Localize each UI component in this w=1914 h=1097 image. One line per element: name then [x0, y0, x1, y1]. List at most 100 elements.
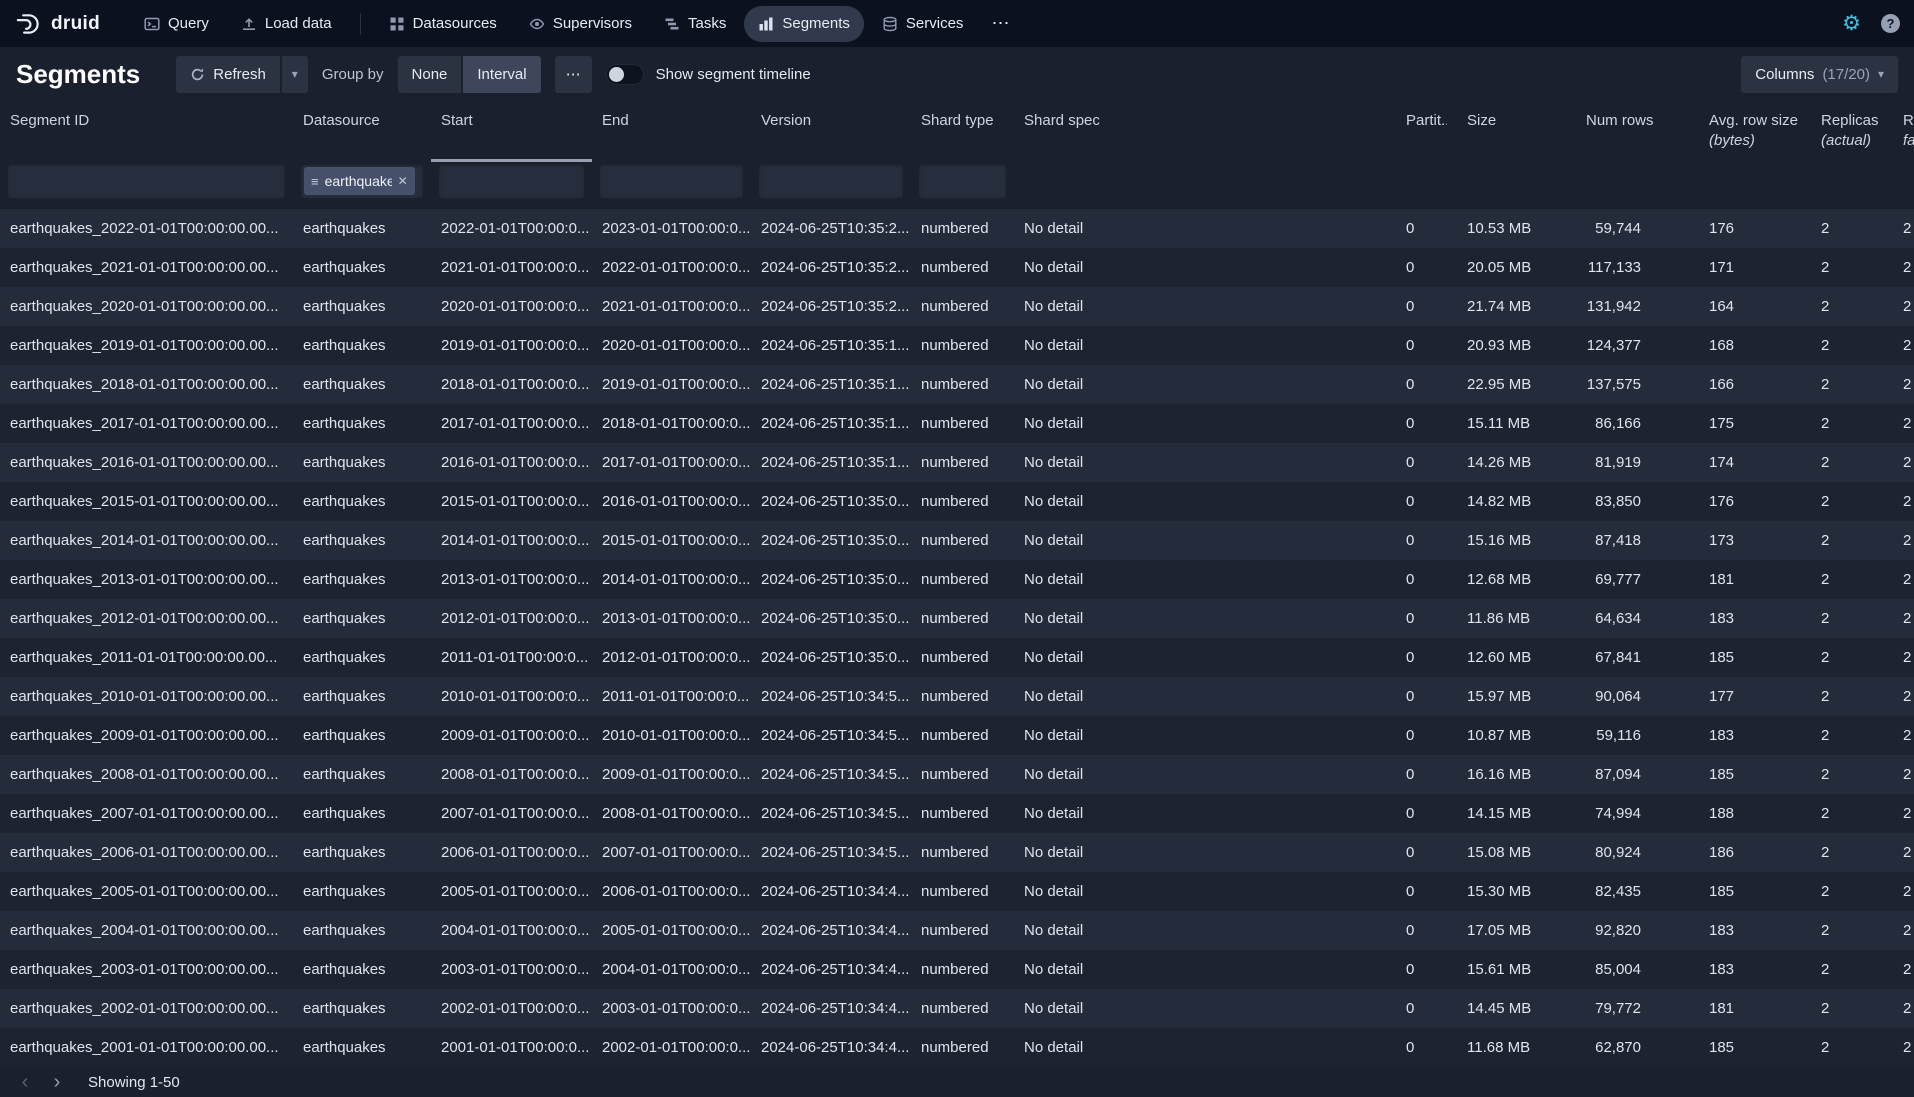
- cell-datasource: earthquakes: [293, 560, 431, 599]
- cell-end: 2013-01-01T00:00:0...: [592, 599, 751, 638]
- cell-avg_row_size: 166: [1699, 365, 1811, 404]
- table-row[interactable]: earthquakes_2012-01-01T00:00:00.00...ear…: [0, 599, 1914, 638]
- filter-input-end[interactable]: [600, 164, 743, 198]
- group-by-none-button[interactable]: None: [398, 56, 462, 93]
- help-icon[interactable]: ?: [1881, 14, 1900, 33]
- column-header-start[interactable]: Start: [431, 101, 592, 162]
- filter-input-version[interactable]: [759, 164, 903, 198]
- refresh-interval-caret-button[interactable]: ▾: [282, 56, 308, 93]
- table-row[interactable]: earthquakes_2005-01-01T00:00:00.00...ear…: [0, 872, 1914, 911]
- group-by-interval-button[interactable]: Interval: [463, 56, 540, 93]
- cell-replication_factor: 2: [1893, 287, 1914, 326]
- column-header-shard_type[interactable]: Shard type: [911, 101, 1014, 162]
- cell-shard_type: numbered: [911, 989, 1014, 1028]
- cell-start: 2021-01-01T00:00:0...: [431, 248, 592, 287]
- navbar-right-actions: ⚙ ?: [1842, 13, 1900, 34]
- table-row[interactable]: earthquakes_2016-01-01T00:00:00.00...ear…: [0, 443, 1914, 482]
- column-header-id[interactable]: Segment ID: [0, 101, 293, 162]
- table-row[interactable]: earthquakes_2015-01-01T00:00:00.00...ear…: [0, 482, 1914, 521]
- column-header-replication_factor[interactable]: Replicationfactor: [1893, 101, 1914, 162]
- filter-input-id[interactable]: [8, 164, 285, 198]
- nav-item-services[interactable]: Services: [868, 6, 978, 42]
- more-actions-button[interactable]: ⋯: [555, 56, 592, 93]
- table-row[interactable]: earthquakes_2019-01-01T00:00:00.00...ear…: [0, 326, 1914, 365]
- cell-shard_type: numbered: [911, 950, 1014, 989]
- column-header-size[interactable]: Size: [1457, 101, 1576, 162]
- segment-timeline-toggle[interactable]: [606, 64, 644, 85]
- segment-timeline-toggle-label: Show segment timeline: [656, 66, 811, 83]
- columns-button[interactable]: Columns (17/20) ▾: [1741, 56, 1898, 93]
- cell-replication_factor: 2: [1893, 443, 1914, 482]
- table-row[interactable]: earthquakes_2017-01-01T00:00:00.00...ear…: [0, 404, 1914, 443]
- gear-icon[interactable]: ⚙: [1842, 13, 1861, 34]
- table-row[interactable]: earthquakes_2003-01-01T00:00:00.00...ear…: [0, 950, 1914, 989]
- nav-item-query[interactable]: Query: [130, 6, 223, 42]
- table-row[interactable]: earthquakes_2008-01-01T00:00:00.00...ear…: [0, 755, 1914, 794]
- nav-item-load-data[interactable]: Load data: [227, 6, 346, 42]
- remove-filter-icon[interactable]: ✕: [398, 174, 408, 188]
- column-header-end[interactable]: End: [592, 101, 751, 162]
- column-header-num_rows[interactable]: Num rows: [1576, 101, 1699, 162]
- cell-end: 2004-01-01T00:00:0...: [592, 950, 751, 989]
- table-row[interactable]: earthquakes_2013-01-01T00:00:00.00...ear…: [0, 560, 1914, 599]
- prev-page-button[interactable]: ‹: [10, 1070, 40, 1096]
- table-row[interactable]: earthquakes_2006-01-01T00:00:00.00...ear…: [0, 833, 1914, 872]
- refresh-button[interactable]: Refresh: [176, 56, 280, 93]
- table-row[interactable]: earthquakes_2001-01-01T00:00:00.00...ear…: [0, 1028, 1914, 1067]
- cell-start: 2012-01-01T00:00:0...: [431, 599, 592, 638]
- druid-brand[interactable]: druid: [14, 10, 100, 37]
- cell-partition: 0: [1396, 560, 1457, 599]
- table-row[interactable]: earthquakes_2002-01-01T00:00:00.00...ear…: [0, 989, 1914, 1028]
- table-row[interactable]: earthquakes_2022-01-01T00:00:00.00...ear…: [0, 209, 1914, 248]
- table-row[interactable]: earthquakes_2021-01-01T00:00:00.00...ear…: [0, 248, 1914, 287]
- column-header-datasource[interactable]: Datasource: [293, 101, 431, 162]
- table-row[interactable]: earthquakes_2018-01-01T00:00:00.00...ear…: [0, 365, 1914, 404]
- cell-version: 2024-06-25T10:35:1...: [751, 326, 911, 365]
- cell-replicas: 2: [1811, 326, 1893, 365]
- navbar-overflow-button[interactable]: ⋯: [981, 13, 1019, 34]
- nav-item-supervisors[interactable]: Supervisors: [515, 6, 646, 42]
- nav-item-segments[interactable]: Segments: [744, 6, 864, 42]
- cell-replicas: 2: [1811, 872, 1893, 911]
- cell-replicas: 2: [1811, 989, 1893, 1028]
- cell-replication_factor: 2: [1893, 755, 1914, 794]
- cell-shard_spec: No detail: [1014, 794, 1396, 833]
- column-header-partition[interactable]: Partit...: [1396, 101, 1457, 162]
- cell-start: 2006-01-01T00:00:0...: [431, 833, 592, 872]
- table-row[interactable]: earthquakes_2014-01-01T00:00:00.00...ear…: [0, 521, 1914, 560]
- navbar-divider: [360, 13, 361, 35]
- cell-version: 2024-06-25T10:35:2...: [751, 248, 911, 287]
- table-row[interactable]: earthquakes_2009-01-01T00:00:00.00...ear…: [0, 716, 1914, 755]
- cell-version: 2024-06-25T10:35:0...: [751, 521, 911, 560]
- cell-shard_type: numbered: [911, 599, 1014, 638]
- help-glyph: ?: [1887, 16, 1895, 31]
- column-header-shard_spec[interactable]: Shard spec: [1014, 101, 1396, 162]
- filter-input-shard_type[interactable]: [919, 164, 1006, 198]
- column-header-replicas[interactable]: Replicas(actual): [1811, 101, 1893, 162]
- table-row[interactable]: earthquakes_2011-01-01T00:00:00.00...ear…: [0, 638, 1914, 677]
- cell-end: 2022-01-01T00:00:0...: [592, 248, 751, 287]
- brand-name: druid: [51, 13, 100, 35]
- cell-avg_row_size: 183: [1699, 911, 1811, 950]
- refresh-label: Refresh: [213, 66, 266, 83]
- table-row[interactable]: earthquakes_2020-01-01T00:00:00.00...ear…: [0, 287, 1914, 326]
- cell-datasource: earthquakes: [293, 599, 431, 638]
- cloud-upload-icon: [241, 16, 257, 32]
- column-header-version[interactable]: Version: [751, 101, 911, 162]
- pagination-footer: ‹ › Showing 1-50: [0, 1068, 1914, 1097]
- table-row[interactable]: earthquakes_2007-01-01T00:00:00.00...ear…: [0, 794, 1914, 833]
- column-header-avg_row_size[interactable]: Avg. row size(bytes): [1699, 101, 1811, 162]
- next-page-button[interactable]: ›: [42, 1070, 72, 1096]
- filter-input-start[interactable]: [439, 164, 584, 198]
- cell-size: 15.11 MB: [1457, 404, 1576, 443]
- nav-item-tasks[interactable]: Tasks: [650, 6, 740, 42]
- cell-num_rows: 80,924: [1576, 833, 1699, 872]
- showing-range-label: Showing 1-50: [88, 1074, 180, 1091]
- cell-replicas: 2: [1811, 560, 1893, 599]
- table-row[interactable]: earthquakes_2010-01-01T00:00:00.00...ear…: [0, 677, 1914, 716]
- cell-shard_type: numbered: [911, 326, 1014, 365]
- filter-input-datasource[interactable]: ≡earthquake✕: [301, 164, 423, 198]
- nav-item-datasources[interactable]: Datasources: [375, 6, 511, 42]
- table-row[interactable]: earthquakes_2004-01-01T00:00:00.00...ear…: [0, 911, 1914, 950]
- cell-shard_spec: No detail: [1014, 755, 1396, 794]
